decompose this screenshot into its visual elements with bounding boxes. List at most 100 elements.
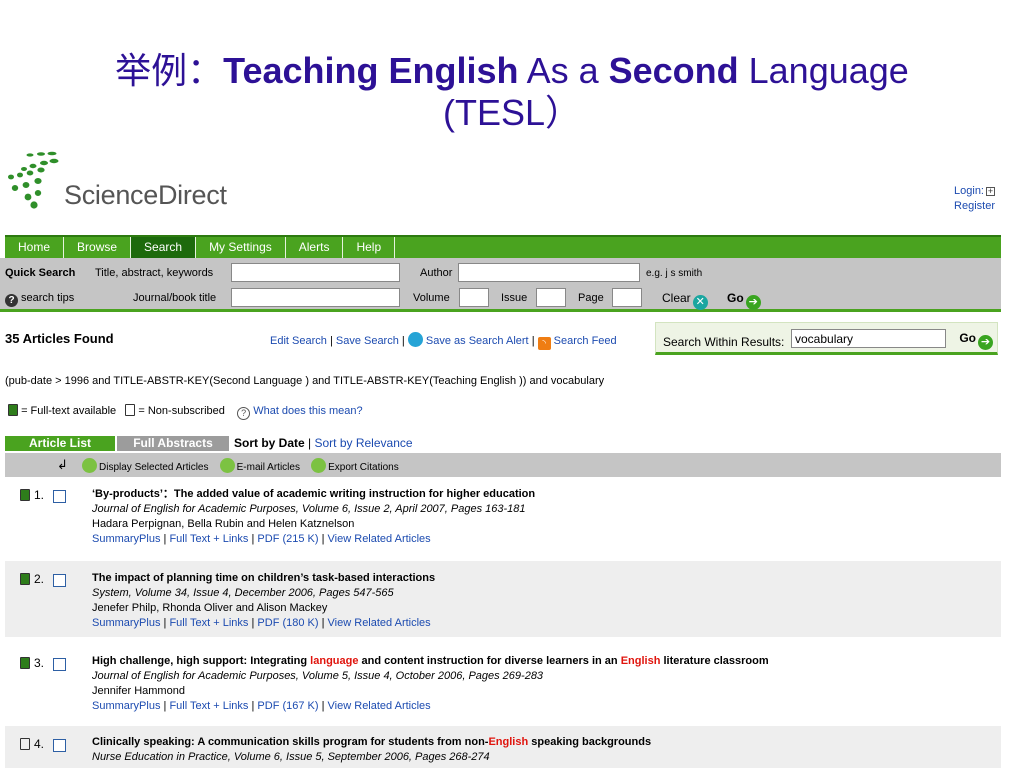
- export-citations-button[interactable]: Export Citations: [311, 458, 399, 473]
- tab-help[interactable]: Help: [343, 237, 396, 258]
- results-count: 35 Articles Found: [5, 331, 114, 346]
- search-actions: Edit Search | Save Search | Save as Sear…: [270, 332, 617, 350]
- search-feed-link[interactable]: Search Feed: [554, 335, 617, 347]
- save-alert-link[interactable]: Save as Search Alert: [426, 335, 529, 347]
- pdf-link[interactable]: PDF (215 K): [257, 533, 318, 545]
- check-icon: [82, 458, 97, 473]
- clear-button[interactable]: Clear ✕: [662, 291, 708, 310]
- what-does-this-mean-link[interactable]: What does this mean?: [253, 405, 362, 417]
- full-text-doc-icon: [20, 489, 30, 501]
- register-link[interactable]: Register: [954, 199, 995, 214]
- search-tips-link[interactable]: ? search tips: [5, 292, 74, 307]
- export-icon: [311, 458, 327, 473]
- article-title[interactable]: The impact of planning time on children’…: [92, 571, 435, 586]
- volume-input[interactable]: [459, 288, 489, 307]
- full-text-link[interactable]: Full Text + Links: [169, 700, 248, 712]
- logo-dots-icon: [8, 151, 59, 209]
- pdf-link[interactable]: PDF (180 K): [257, 617, 318, 629]
- page-input[interactable]: [612, 288, 642, 307]
- quick-search-bar: Quick Search Title, abstract, keywords A…: [0, 258, 1001, 312]
- full-text-doc-icon: [20, 657, 30, 669]
- article-links: SummaryPlus | Full Text + Links | PDF (1…: [92, 700, 431, 712]
- rss-feed-icon: ◝: [537, 337, 551, 350]
- search-within-label: Search Within Results:: [663, 335, 785, 349]
- tab-browse[interactable]: Browse: [64, 237, 132, 258]
- search-within-go-button[interactable]: Go ➔: [959, 331, 993, 350]
- full-text-link[interactable]: Full Text + Links: [169, 617, 248, 629]
- quick-search-label: Quick Search: [5, 267, 76, 279]
- article-checkbox[interactable]: [53, 739, 66, 752]
- related-articles-link[interactable]: View Related Articles: [328, 533, 431, 545]
- slide-title-line2: (TESL）: [442, 92, 582, 133]
- tab-article-list[interactable]: Article List: [5, 436, 115, 451]
- summaryplus-link[interactable]: SummaryPlus: [92, 617, 160, 629]
- account-links: Login: + Register: [954, 184, 995, 214]
- select-arrow-icon: ↲: [57, 457, 68, 472]
- expand-plus-icon[interactable]: +: [986, 187, 995, 196]
- non-subscribed-doc-icon: [125, 404, 136, 416]
- envelope-icon: [219, 458, 235, 473]
- search-within-panel: Search Within Results: Go➔: [655, 322, 998, 355]
- article-checkbox[interactable]: [53, 574, 66, 587]
- article-row: 1. ‘By-products’：The added value of acad…: [5, 482, 1001, 556]
- issue-input[interactable]: [536, 288, 566, 307]
- sort-by-relevance-link[interactable]: Sort by Relevance: [314, 436, 412, 450]
- tab-home[interactable]: Home: [5, 237, 65, 258]
- full-text-link[interactable]: Full Text + Links: [169, 533, 248, 545]
- title-keywords-label: Title, abstract, keywords: [95, 267, 214, 279]
- search-within-input[interactable]: [791, 329, 946, 348]
- display-selected-button[interactable]: Display Selected Articles: [82, 458, 209, 473]
- issue-label: Issue: [501, 292, 528, 304]
- slide-title-line1: 举例：Teaching English As a Second Language: [115, 50, 909, 91]
- article-authors: Hadara Perpignan, Bella Rubin and Helen …: [92, 518, 355, 530]
- tab-search[interactable]: Search: [131, 237, 197, 258]
- article-row: 2. The impact of planning time on childr…: [5, 561, 1001, 637]
- journal-title-label: Journal/book title: [133, 292, 217, 304]
- tab-full-abstracts[interactable]: Full Abstracts: [117, 436, 229, 451]
- author-input[interactable]: [458, 263, 640, 282]
- login-link[interactable]: Login:: [954, 185, 984, 197]
- article-title[interactable]: Clinically speaking: A communication ski…: [92, 735, 651, 750]
- main-nav: Home Browse Search My Settings Alerts He…: [5, 235, 1001, 258]
- brand-name: ScienceDirect: [64, 180, 227, 210]
- tab-alerts[interactable]: Alerts: [286, 237, 344, 258]
- article-checkbox[interactable]: [53, 490, 66, 503]
- pdf-link[interactable]: PDF (167 K): [257, 700, 318, 712]
- volume-label: Volume: [413, 292, 450, 304]
- article-title[interactable]: ‘By-products’：The added value of academi…: [92, 487, 535, 502]
- article-checkbox[interactable]: [53, 658, 66, 671]
- article-number: 4.: [34, 737, 45, 751]
- article-links: SummaryPlus | Full Text + Links | PDF (2…: [92, 533, 431, 545]
- article-row: 3. High challenge, high support: Integra…: [5, 645, 1001, 719]
- full-text-doc-icon: [8, 404, 18, 416]
- slide-title: 举例：Teaching English As a Second Language…: [0, 50, 1024, 134]
- article-journal: System, Volume 34, Issue 4, December 200…: [92, 587, 394, 599]
- full-text-doc-icon: [20, 573, 30, 585]
- sciencedirect-logo[interactable]: ScienceDirect: [6, 150, 246, 214]
- related-articles-link[interactable]: View Related Articles: [328, 700, 431, 712]
- journal-title-input[interactable]: [231, 288, 400, 307]
- article-journal: Nurse Education in Practice, Volume 6, I…: [92, 751, 490, 763]
- quick-search-go-button[interactable]: Go ➔: [727, 291, 761, 310]
- article-authors: Jenefer Philp, Rhonda Oliver and Alison …: [92, 602, 328, 614]
- summaryplus-link[interactable]: SummaryPlus: [92, 533, 160, 545]
- title-keywords-input[interactable]: [231, 263, 400, 282]
- author-hint: e.g. j s smith: [646, 268, 703, 279]
- go-arrow-icon: ➔: [745, 295, 761, 310]
- article-actions-bar: ↲ Display Selected Articles E-mail Artic…: [5, 453, 1001, 477]
- help-question-icon: ?: [5, 294, 18, 307]
- article-number: 2.: [34, 572, 45, 586]
- related-articles-link[interactable]: View Related Articles: [328, 617, 431, 629]
- tab-my-settings[interactable]: My Settings: [196, 237, 286, 258]
- article-number: 3.: [34, 656, 45, 670]
- alert-icon: [407, 332, 423, 347]
- email-articles-button[interactable]: E-mail Articles: [219, 458, 300, 473]
- save-search-link[interactable]: Save Search: [336, 335, 399, 347]
- article-number: 1.: [34, 488, 45, 502]
- edit-search-link[interactable]: Edit Search: [270, 335, 327, 347]
- summaryplus-link[interactable]: SummaryPlus: [92, 700, 160, 712]
- icon-legend: = Full-text available = Non-subscribed ?…: [8, 404, 363, 420]
- article-journal: Journal of English for Academic Purposes…: [92, 503, 526, 515]
- article-title[interactable]: High challenge, high support: Integratin…: [92, 654, 769, 669]
- go-arrow-icon: ➔: [978, 335, 993, 350]
